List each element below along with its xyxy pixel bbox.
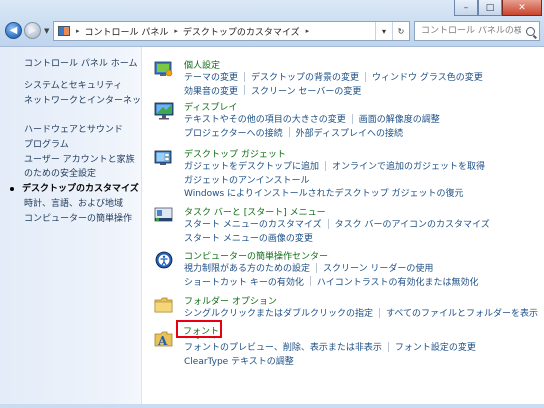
- forward-button[interactable]: ▶: [24, 22, 41, 39]
- link-screen-saver[interactable]: スクリーン セーバーの変更: [251, 84, 361, 97]
- divider: [288, 127, 290, 138]
- fonts-highlight-box[interactable]: フォント: [176, 320, 222, 338]
- sidebar-item-appearance: デスクトップのカスタマイズ: [10, 181, 139, 194]
- link-change-background[interactable]: デスクトップの背景の変更: [251, 70, 359, 83]
- breadcrumb-appearance[interactable]: デスクトップのカスタマイズ: [183, 25, 300, 38]
- divider: [327, 218, 329, 229]
- link-add-gadget[interactable]: ガジェットをデスクトップに追加: [184, 159, 319, 172]
- breadcrumb-separator-icon[interactable]: ▸: [76, 27, 80, 35]
- link-font-preview[interactable]: フォントのプレビュー、削除、表示または非表示: [184, 340, 382, 353]
- maximize-button[interactable]: □: [478, 0, 502, 16]
- divider: [351, 113, 353, 124]
- search-icon[interactable]: [526, 26, 535, 36]
- control-panel-icon: [58, 26, 70, 36]
- link-resolution[interactable]: 画面の解像度の調整: [359, 112, 440, 125]
- divider: [387, 341, 389, 352]
- back-button[interactable]: ◀: [5, 22, 22, 39]
- sidebar-item-system-security[interactable]: システムとセキュリティ: [24, 78, 122, 91]
- link-shortcut-keys[interactable]: ショートカット キーの有効化: [184, 275, 304, 288]
- link-customize-start-menu[interactable]: スタート メニューのカスタマイズ: [184, 217, 322, 230]
- folder-icon: [154, 297, 173, 313]
- link-online-gadgets[interactable]: オンラインで追加のガジェットを取得: [332, 159, 485, 172]
- sidebar-item-clock-region[interactable]: 時計、言語、および地域: [24, 196, 123, 209]
- gadgets-icon: [154, 150, 172, 165]
- sidebar-item-label: デスクトップのカスタマイズ: [22, 184, 139, 194]
- link-restore-gadgets[interactable]: Windows によりインストールされたデスクトップ ガジェットの復元: [184, 186, 464, 199]
- sidebar: コントロール パネル ホーム システムとセキュリティ ネットワークとインターネッ…: [0, 47, 150, 408]
- link-high-contrast[interactable]: ハイコントラストの有効化または無効化: [317, 275, 479, 288]
- breadcrumb-separator-icon[interactable]: ▸: [306, 27, 310, 35]
- link-vision-settings[interactable]: 視力制限がある方のための設定: [184, 261, 310, 274]
- link-text-size[interactable]: テキストやその他の項目の大きさの変更: [184, 112, 346, 125]
- forward-arrow-icon: ▶: [28, 25, 37, 36]
- sidebar-item-user-accounts[interactable]: ユーザー アカウントと家族: [24, 152, 135, 165]
- back-arrow-icon: ◀: [9, 25, 18, 36]
- display-icon: [154, 102, 174, 120]
- link-screen-reader[interactable]: スクリーン リーダーの使用: [323, 261, 433, 274]
- search-input[interactable]: [415, 26, 521, 36]
- link-change-theme[interactable]: テーマの変更: [184, 70, 238, 83]
- sidebar-item-user-accounts-line2[interactable]: のための安全設定: [24, 166, 96, 179]
- sidebar-item-network[interactable]: ネットワークとインターネット: [24, 93, 150, 106]
- divider: [325, 160, 327, 171]
- sidebar-item-ease-of-access[interactable]: コンピューターの簡単操作: [24, 211, 132, 224]
- close-button[interactable]: ✕: [502, 0, 542, 16]
- sidebar-item-home[interactable]: コントロール パネル ホーム: [24, 56, 137, 69]
- window-bottom-edge: [0, 404, 544, 408]
- breadcrumb-control-panel[interactable]: コントロール パネル: [85, 25, 169, 38]
- search-box[interactable]: [414, 21, 540, 41]
- breadcrumb-separator-icon[interactable]: ▸: [174, 27, 178, 35]
- link-cleartype[interactable]: ClearType テキストの調整: [184, 354, 294, 367]
- window-controls: – □ ✕: [454, 0, 542, 16]
- current-page-bullet: [10, 186, 14, 191]
- divider: [309, 276, 311, 287]
- fonts-icon: A: [154, 331, 173, 348]
- link-uninstall-gadget[interactable]: ガジェットのアンインストール: [184, 173, 309, 186]
- link-font-settings[interactable]: フォント設定の変更: [395, 340, 476, 353]
- address-bar[interactable]: ▸ コントロール パネル ▸ デスクトップのカスタマイズ ▸ ▾ ↻: [53, 21, 410, 41]
- divider: [244, 85, 246, 96]
- main-content: 個人設定 テーマの変更 デスクトップの背景の変更 ウィンドウ グラス色の変更 効果音…: [142, 47, 544, 408]
- sidebar-item-hardware-sound[interactable]: ハードウェアとサウンド: [24, 122, 123, 135]
- link-show-hidden-files[interactable]: すべてのファイルとフォルダーを表示: [386, 306, 538, 319]
- recent-pages-dropdown-icon[interactable]: ▼: [44, 27, 49, 35]
- link-customize-taskbar-icons[interactable]: タスク バーのアイコンのカスタマイズ: [335, 217, 490, 230]
- taskbar-icon: [154, 207, 173, 222]
- divider: [316, 262, 318, 273]
- address-history-dropdown-icon[interactable]: ▾: [375, 22, 392, 40]
- divider: [365, 71, 367, 82]
- control-panel-window: – □ ✕ ◀ ▶ ▼ ▸ コントロール パネル ▸ デスクトップのカスタマイズ…: [0, 0, 544, 408]
- personalization-icon: [154, 61, 173, 77]
- title-address-bar: – □ ✕ ◀ ▶ ▼ ▸ コントロール パネル ▸ デスクトップのカスタマイズ…: [0, 0, 544, 47]
- link-projector[interactable]: プロジェクターへの接続: [184, 126, 283, 139]
- link-click-behavior[interactable]: シングルクリックまたはダブルクリックの指定: [184, 306, 373, 319]
- divider: [379, 307, 381, 318]
- ease-of-access-icon: [155, 251, 173, 269]
- fonts-highlight-label: フォント: [183, 327, 220, 337]
- svg-text:A: A: [157, 334, 168, 348]
- link-start-menu-picture[interactable]: スタート メニューの画像の変更: [184, 231, 313, 244]
- divider: [244, 71, 246, 82]
- link-external-display[interactable]: 外部ディスプレイへの接続: [296, 126, 403, 139]
- minimize-button[interactable]: –: [454, 0, 478, 16]
- refresh-icon[interactable]: ↻: [392, 22, 409, 40]
- link-sound-effects[interactable]: 効果音の変更: [184, 84, 238, 97]
- link-glass-color[interactable]: ウィンドウ グラス色の変更: [372, 70, 483, 83]
- sidebar-item-programs[interactable]: プログラム: [24, 137, 69, 150]
